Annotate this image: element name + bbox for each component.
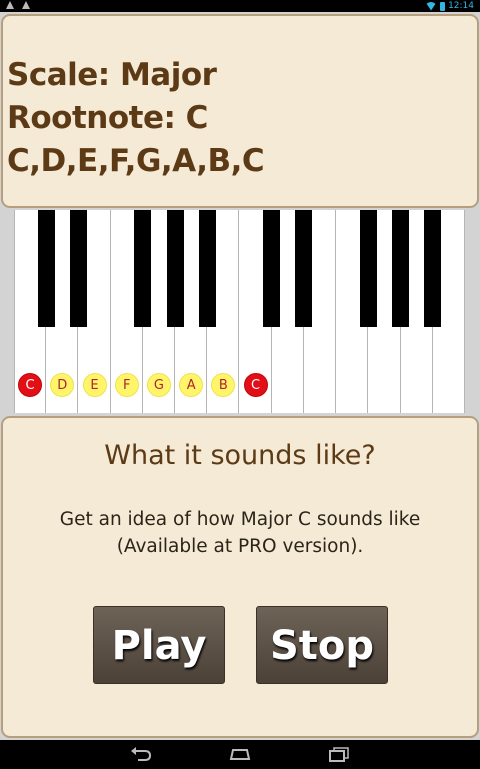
warning-icon: [6, 1, 14, 9]
black-key[interactable]: [166, 210, 184, 327]
stop-button[interactable]: Stop: [256, 606, 388, 684]
black-key[interactable]: [69, 210, 87, 327]
black-key[interactable]: [392, 210, 410, 327]
description-line: Get an idea of how Major C sounds like: [59, 509, 421, 530]
scale-notes-label: C,D,E,F,G,A,B,C: [7, 143, 265, 179]
description-line: (Available at PRO version).: [116, 536, 364, 557]
status-icons: 12:14: [425, 0, 474, 12]
battery-icon: [440, 1, 446, 11]
root-note-marker: C: [18, 373, 43, 397]
sound-preview-title: What it sounds like?: [104, 440, 376, 471]
back-icon[interactable]: [130, 746, 152, 762]
black-key[interactable]: [424, 210, 442, 327]
black-key[interactable]: [359, 210, 377, 327]
scale-note-marker: F: [114, 373, 139, 397]
warning-icon: [22, 1, 30, 9]
black-key[interactable]: [198, 210, 216, 327]
scale-note-marker: A: [179, 373, 204, 397]
scale-label: Scale: Major: [7, 57, 217, 93]
app-screen: 12:14 Scale: Major Rootnote: C C,D,E,F,G…: [0, 0, 480, 769]
scale-info-panel: Scale: Major Rootnote: C C,D,E,F,G,A,B,C: [1, 14, 479, 208]
play-button[interactable]: Play: [93, 606, 225, 684]
recents-icon[interactable]: [328, 746, 350, 762]
black-key[interactable]: [37, 210, 55, 327]
rootnote-label: Rootnote: C: [7, 100, 208, 136]
home-icon[interactable]: [229, 746, 251, 762]
black-key[interactable]: [263, 210, 281, 327]
root-note-marker: C: [243, 373, 268, 397]
wifi-icon: [425, 2, 437, 11]
black-key[interactable]: [295, 210, 313, 327]
status-time: 12:14: [448, 1, 474, 11]
status-bar: 12:14: [0, 0, 480, 12]
navigation-bar: [0, 740, 480, 769]
scale-note-marker: E: [82, 373, 107, 397]
scale-note-marker: G: [146, 373, 171, 397]
black-key[interactable]: [134, 210, 152, 327]
piano-keyboard[interactable]: [14, 210, 465, 413]
sound-preview-description: Get an idea of how Major C sounds like (…: [3, 506, 477, 560]
scale-info-text: Scale: Major Rootnote: C C,D,E,F,G,A,B,C: [7, 54, 265, 183]
sound-preview-panel: What it sounds like? Get an idea of how …: [1, 416, 479, 738]
